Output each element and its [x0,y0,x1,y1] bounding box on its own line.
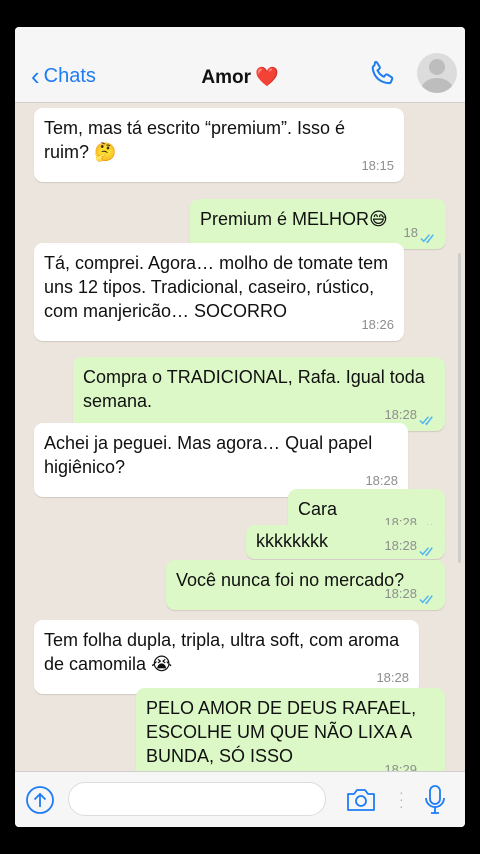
compose-bar: · · · [15,771,465,827]
thinking-emoji: 🤔 [94,142,117,162]
message-text: PELO AMOR DE DEUS RAFAEL, ESCOLHE UM QUE… [146,698,417,766]
message-text: Tá, comprei. Agora… molho de tomate tem … [44,253,389,321]
message-incoming[interactable]: Tá, comprei. Agora… molho de tomate tem … [34,243,404,341]
message-outgoing[interactable]: Compra o TRADICIONAL, Rafa. Igual toda s… [73,357,445,431]
message-incoming[interactable]: Tem, mas tá escrito “premium”. Isso é ru… [34,108,404,182]
message-outgoing[interactable]: Você nunca foi no mercado? 18:28 [166,560,445,610]
contact-name: Amor [201,67,251,88]
message-time: 18:28 [384,538,417,553]
message-incoming[interactable]: Achei ja peguei. Mas agora… Qual papel h… [34,423,408,497]
message-text: Você nunca foi no mercado? [176,570,405,590]
message-time: 18:26 [361,317,394,332]
scrollbar[interactable] [458,253,461,563]
message-text: Premium é MELHOR [200,209,370,229]
message-time: 18:15 [361,158,394,173]
avatar-body-shape [421,78,453,93]
message-text: Cara [298,499,338,519]
message-time: 18:28 [384,586,417,601]
heart-emoji: ❤️ [254,67,279,88]
read-ticks-icon [419,416,433,426]
message-outgoing[interactable]: Premium é MELHOR😅 18 [190,199,446,249]
read-ticks-icon [420,234,434,244]
phone-icon[interactable] [367,59,397,89]
crying-emoji: 😭 [151,654,173,674]
message-text: Achei ja peguei. Mas agora… Qual papel h… [44,433,373,477]
message-time: 18:28 [376,670,409,685]
message-text: Compra o TRADICIONAL, Rafa. Igual toda s… [83,367,425,411]
camera-icon[interactable] [345,786,377,814]
avatar-head-shape [429,59,445,75]
separator-dots: · · · [399,784,404,814]
message-text: Tem, mas tá escrito “premium”. Isso é ru… [44,118,346,162]
chat-title[interactable]: Amor ❤️ [15,65,465,89]
read-ticks-icon [419,595,433,605]
chat-header: ‹ Chats Amor ❤️ [15,27,465,103]
message-text: Tem folha dupla, tripla, ultra soft, com… [44,630,400,674]
message-list[interactable]: Tem, mas tá escrito “premium”. Isso é ru… [15,103,465,786]
microphone-icon[interactable] [424,784,446,816]
message-input[interactable] [68,782,326,816]
message-incoming[interactable]: Tem folha dupla, tripla, ultra soft, com… [34,620,419,694]
message-time: 18 [403,225,418,240]
upload-arrow-icon[interactable] [25,785,55,815]
message-text: kkkkkkkk [256,531,328,551]
read-ticks-icon [419,547,433,557]
chat-screen: ‹ Chats Amor ❤️ Tem, mas tá escrito “prem… [15,27,465,827]
contact-avatar[interactable] [417,53,457,93]
message-outgoing[interactable]: kkkkkkkk 18:28 [246,525,445,559]
sweat-smile-emoji: 😅 [369,209,388,229]
